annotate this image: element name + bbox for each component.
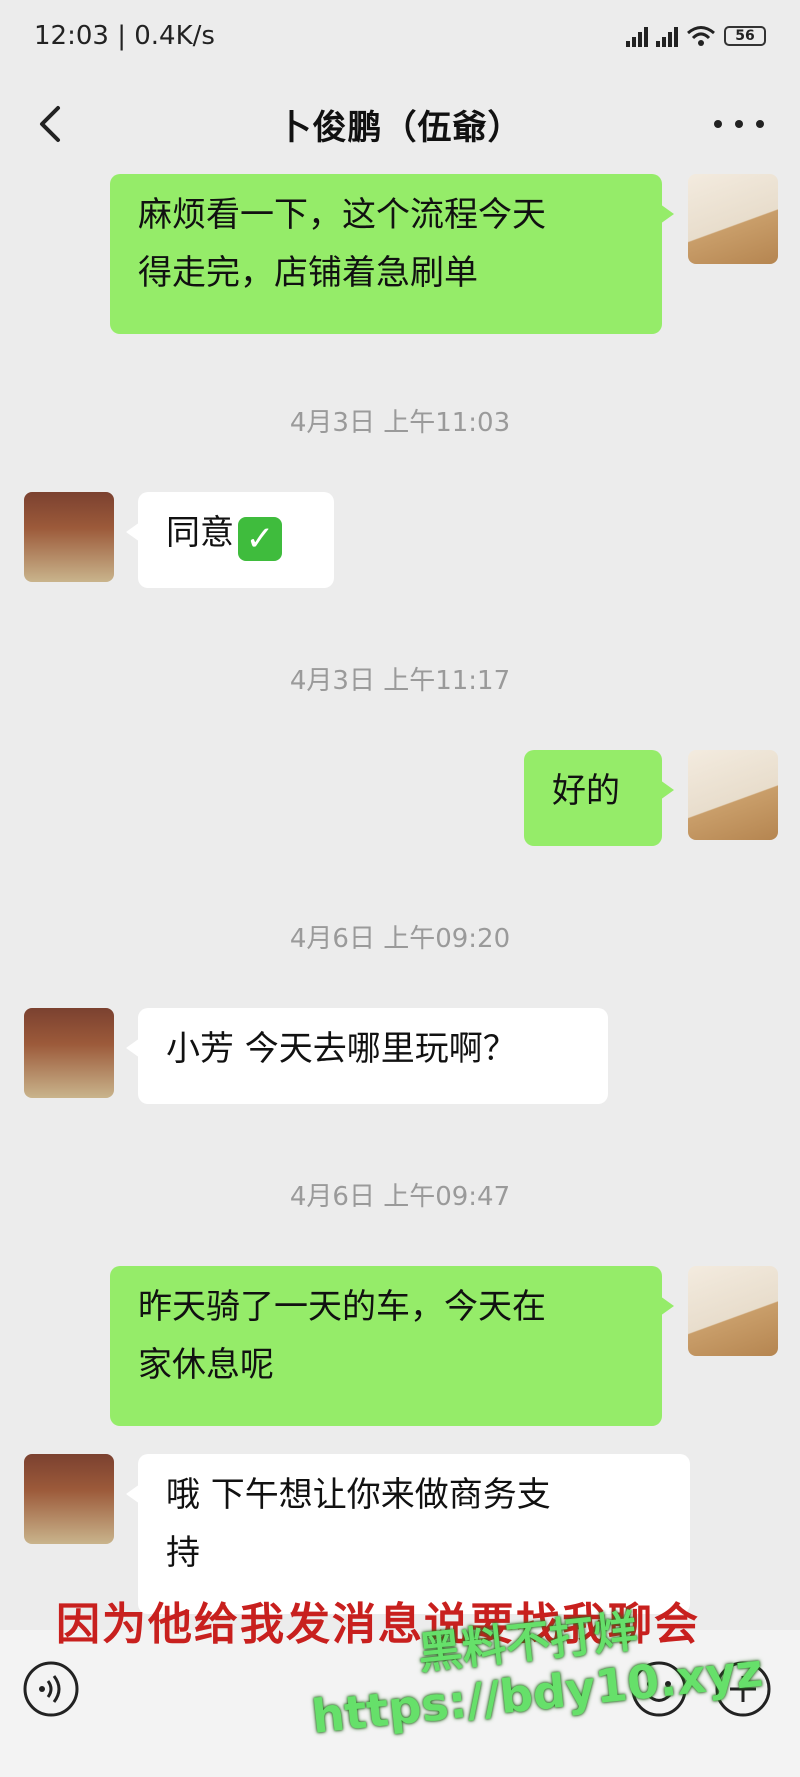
message-text-line: 麻烦看一下，这个流程今天: [138, 195, 546, 235]
message-bubble-received[interactable]: 小芳 今天去哪里玩啊？: [126, 1008, 608, 1104]
signal-icon: [656, 25, 678, 47]
message-text: 好的: [552, 771, 620, 811]
avatar-self[interactable]: [688, 174, 778, 264]
timestamp: 4月3日 上午11:03: [289, 408, 511, 438]
avatar-contact[interactable]: [24, 492, 114, 582]
avatar-self[interactable]: [688, 750, 778, 840]
status-net-speed: 0.4K/s: [134, 21, 215, 51]
message-text-line: 持: [166, 1533, 200, 1573]
nav-bar: 卜俊鹏（伍爺）: [0, 84, 800, 164]
status-left: 12:03 | 0.4K/s: [34, 21, 215, 51]
timestamp: 4月6日 上午09:20: [289, 924, 511, 954]
chat-title: 卜俊鹏（伍爺）: [277, 107, 523, 148]
message-text: 小芳 今天去哪里玩啊？: [166, 1029, 517, 1069]
message-text-line: 得走完，店铺着急刷单: [138, 253, 478, 293]
message-bubble-sent[interactable]: 麻烦看一下，这个流程今天 得走完，店铺着急刷单: [110, 174, 674, 334]
avatar-contact[interactable]: [24, 1454, 114, 1544]
message-bubble-received[interactable]: 同意 ✓: [126, 492, 334, 588]
more-dots-icon[interactable]: [714, 106, 764, 142]
check-mark-emoji: ✓: [238, 517, 282, 561]
status-bar: 12:03 | 0.4K/s 56: [0, 0, 800, 72]
message-text-line: 家休息呢: [138, 1345, 274, 1385]
message-bubble-sent[interactable]: 昨天骑了一天的车，今天在 家休息呢: [110, 1266, 674, 1426]
back-arrow-icon[interactable]: [30, 102, 70, 146]
wifi-icon: [687, 26, 715, 46]
status-right: 56: [626, 25, 766, 47]
message-bubble-sent[interactable]: 好的: [524, 750, 674, 846]
message-text-line: 哦 下午想让你来做商务支: [166, 1475, 551, 1515]
battery-indicator: 56: [724, 26, 766, 46]
message-text-line: 昨天骑了一天的车，今天在: [138, 1287, 546, 1327]
signal-icon: [626, 25, 648, 47]
avatar-contact[interactable]: [24, 1008, 114, 1098]
timestamp: 4月6日 上午09:47: [289, 1182, 511, 1212]
voice-icon[interactable]: [22, 1660, 80, 1718]
status-time: 12:03: [34, 21, 109, 51]
message-text: 同意: [166, 513, 234, 553]
avatar-self[interactable]: [688, 1266, 778, 1356]
timestamp: 4月3日 上午11:17: [289, 666, 511, 696]
